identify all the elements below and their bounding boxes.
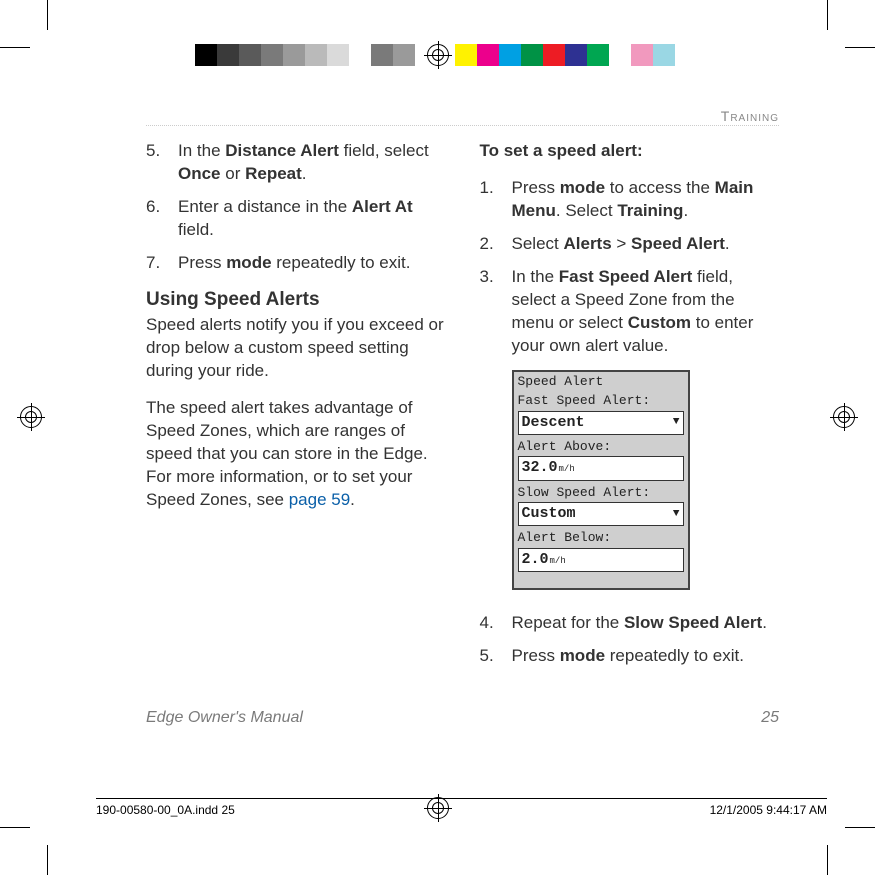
lead-text: To set a speed alert: <box>480 140 780 163</box>
fast-speed-field: Descent ▼ <box>518 411 684 435</box>
list-item: 5. Press mode repeatedly to exit. <box>480 645 780 668</box>
step-text: Press mode repeatedly to exit. <box>512 646 744 665</box>
list-item: 3. In the Fast Speed Alert field, select … <box>480 266 780 358</box>
page-number: 25 <box>761 709 779 727</box>
dropdown-icon: ▼ <box>673 417 680 428</box>
device-label: Alert Below: <box>514 528 688 548</box>
heading-speed-alerts: Using Speed Alerts <box>146 287 446 313</box>
slug-timestamp: 12/1/2005 9:44:17 AM <box>710 803 827 817</box>
right-column: To set a speed alert: 1. Press mode to ac… <box>480 140 780 678</box>
registration-mark-icon <box>833 406 855 428</box>
step-text: Enter a distance in the Alert At field. <box>178 197 413 239</box>
crop-mark <box>827 845 828 875</box>
list-item: 2. Select Alerts > Speed Alert. <box>480 233 780 256</box>
text: The speed alert takes advantage of Speed… <box>146 398 428 509</box>
paragraph: Speed alerts notify you if you exceed or… <box>146 314 446 383</box>
list-item: 4. Repeat for the Slow Speed Alert. <box>480 612 780 635</box>
field-value: 32.0m/h <box>522 458 575 478</box>
step-number: 2. <box>480 233 494 256</box>
crop-mark <box>0 827 30 828</box>
slow-speed-field: Custom ▼ <box>518 502 684 526</box>
step-number: 5. <box>146 140 160 163</box>
step-text: Press mode to access the Main Menu. Sele… <box>512 178 754 220</box>
device-screenshot: Speed Alert Fast Speed Alert: Descent ▼ … <box>512 370 690 591</box>
list-item: 1. Press mode to access the Main Menu. Se… <box>480 177 780 223</box>
crop-mark <box>47 0 48 30</box>
dropdown-icon: ▼ <box>673 509 680 520</box>
step-text: Select Alerts > Speed Alert. <box>512 234 730 253</box>
slug-file: 190-00580-00_0A.indd 25 <box>96 803 235 817</box>
crop-mark <box>827 0 828 30</box>
list-item: 7. Press mode repeatedly to exit. <box>146 252 446 275</box>
device-title: Speed Alert <box>514 372 688 392</box>
paragraph: The speed alert takes advantage of Speed… <box>146 397 446 512</box>
step-list-right-1: 1. Press mode to access the Main Menu. Se… <box>480 177 780 358</box>
step-number: 7. <box>146 252 160 275</box>
step-number: 1. <box>480 177 494 200</box>
step-number: 3. <box>480 266 494 289</box>
step-text: In the Fast Speed Alert field, select a … <box>512 267 754 355</box>
section-label: Training <box>721 108 779 124</box>
field-value: 2.0m/h <box>522 550 566 570</box>
crop-mark <box>0 47 30 48</box>
color-bar-right <box>455 44 675 66</box>
list-item: 6. Enter a distance in the Alert At field… <box>146 196 446 242</box>
device-label: Alert Above: <box>514 437 688 457</box>
left-column: 5. In the Distance Alert field, select On… <box>146 140 446 678</box>
registration-mark-icon <box>20 406 42 428</box>
list-item: 5. In the Distance Alert field, select On… <box>146 140 446 186</box>
alert-above-field: 32.0m/h <box>518 456 684 480</box>
page-content: Training 5.In the Distance Alert field, … <box>146 125 779 700</box>
step-text: Press mode repeatedly to exit. <box>178 253 410 272</box>
device-label: Fast Speed Alert: <box>514 391 688 411</box>
field-value: Custom <box>522 504 576 524</box>
crop-mark <box>845 47 875 48</box>
alert-below-field: 2.0m/h <box>518 548 684 572</box>
print-slug: 190-00580-00_0A.indd 25 12/1/2005 9:44:1… <box>96 798 827 817</box>
step-number: 6. <box>146 196 160 219</box>
device-label: Slow Speed Alert: <box>514 483 688 503</box>
step-text: Repeat for the Slow Speed Alert. <box>512 613 767 632</box>
page-footer: Edge Owner's Manual 25 <box>146 709 779 727</box>
color-bar-left <box>195 44 415 66</box>
field-value: Descent <box>522 413 585 433</box>
step-list-right-2: 4. Repeat for the Slow Speed Alert. 5. Pres… <box>480 612 780 668</box>
link-page-59[interactable]: page 59 <box>289 490 350 509</box>
book-title: Edge Owner's Manual <box>146 709 303 727</box>
step-number: 5. <box>480 645 494 668</box>
step-text: In the Distance Alert field, select Once… <box>178 141 429 183</box>
crop-mark <box>47 845 48 875</box>
text: . <box>350 490 355 509</box>
step-list-left: 5. In the Distance Alert field, select On… <box>146 140 446 275</box>
step-number: 4. <box>480 612 494 635</box>
registration-mark-icon <box>427 44 449 66</box>
crop-mark <box>845 827 875 828</box>
